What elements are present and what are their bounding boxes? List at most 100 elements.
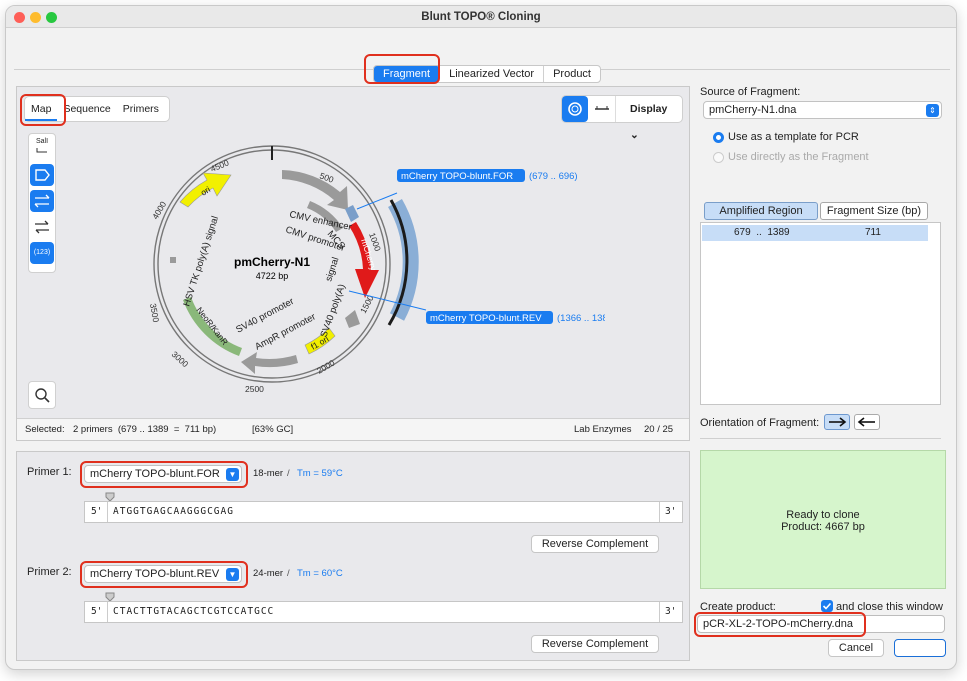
primer1-three-prime: 3': [665, 506, 677, 517]
title-bar: Blunt TOPO® Cloning: [6, 6, 956, 28]
circle-view-icon: [568, 102, 582, 116]
primer2-tm: Tm = 60°C: [297, 568, 343, 579]
primer2-five-prime: 5': [91, 606, 103, 617]
primer-for-range: (679 .. 696): [529, 171, 578, 182]
clone-button[interactable]: Clone: [894, 639, 946, 657]
view-tab-bar: Map Sequence Primers: [24, 96, 170, 122]
tick-4000: 4000: [150, 199, 168, 221]
tab-product[interactable]: Product: [544, 66, 600, 82]
cancel-button[interactable]: Cancel: [828, 639, 884, 657]
close-window-button[interactable]: [14, 12, 25, 23]
enzyme-button[interactable]: SalI: [31, 137, 53, 159]
primer1-five-prime: 5': [91, 506, 103, 517]
label-hsv-tk-polya: HSV TK poly(A) signal: [181, 215, 221, 308]
primer1-name: mCherry TOPO-blunt.FOR: [90, 468, 220, 480]
tab-fragment-size[interactable]: Fragment Size (bp): [820, 202, 928, 220]
primer2-reverse-complement-button[interactable]: Reverse Complement: [531, 635, 659, 653]
app-window: Blunt TOPO® Cloning Fragment Linearized …: [5, 5, 957, 670]
hsv-tk-polya-feature[interactable]: [170, 257, 176, 263]
region-size: 711: [865, 227, 881, 238]
radio-use-directly-label: Use directly as the Fragment: [728, 151, 869, 163]
ready-status-line2: Product: 4667 bp: [781, 521, 865, 533]
minimize-window-button[interactable]: [30, 12, 41, 23]
main-tab-bar: Fragment Linearized Vector Product: [373, 65, 601, 83]
chevron-down-icon: ▼: [226, 468, 239, 481]
primer2-length: 24-mer: [253, 568, 284, 579]
primer2-label: Primer 2:: [27, 566, 72, 578]
linear-view-button[interactable]: [588, 96, 616, 122]
checkmark-icon: [822, 602, 832, 610]
region-row-selected[interactable]: 679 .. 1389 711: [702, 225, 928, 241]
circular-view-button[interactable]: [562, 96, 588, 122]
primer2-sequence: CTACTTGTACAGCTCGTCCATGCC: [113, 606, 275, 617]
label-sv40-polya: SV40 poly(A): [318, 283, 347, 339]
orf-toggle-button[interactable]: [30, 216, 54, 238]
primers-toggle-button[interactable]: [30, 190, 54, 212]
primer1-sequence: ATGGTGAGCAAGGGCGAG: [113, 506, 234, 517]
numbers-toggle-button[interactable]: (123): [30, 242, 54, 264]
primer2-sequence-box[interactable]: 5' CTACTTGTACAGCTCGTCCATGCC 3': [84, 601, 683, 623]
arrow-right-icon: [829, 417, 847, 427]
tab-map[interactable]: Map: [25, 97, 58, 121]
swap-arrows-icon: [35, 220, 49, 234]
sv40-promoter-feature[interactable]: [241, 352, 298, 374]
sequence-divider: [659, 602, 660, 622]
tab-fragment[interactable]: Fragment: [374, 66, 441, 82]
tick-2500: 2500: [245, 384, 264, 394]
sequence-divider: [659, 502, 660, 522]
selected-value: 2 primers (679 .. 1389 = 711 bp): [73, 424, 217, 435]
orientation-label: Orientation of Fragment:: [700, 417, 820, 429]
display-toolbar: Display ⌄: [561, 95, 683, 141]
tab-primers[interactable]: Primers: [117, 97, 165, 121]
zoom-button[interactable]: [28, 381, 56, 409]
plasmid-map[interactable]: CMV enhancer CMV promoter MCS mCherry si…: [135, 142, 605, 417]
primer1-select[interactable]: mCherry TOPO-blunt.FOR ▼: [84, 465, 242, 483]
orientation-divider: [700, 438, 941, 439]
chevron-down-icon: ⌄: [630, 129, 639, 141]
lab-enzymes-button[interactable]: Lab Enzymes: [574, 419, 632, 441]
enzyme-label: SalI: [35, 138, 49, 145]
tab-amplified-region[interactable]: Amplified Region: [704, 202, 818, 220]
primer1-separator: /: [287, 468, 290, 479]
close-window-checkbox-label[interactable]: and close this window: [836, 601, 943, 613]
map-panel: Map Sequence Primers Display ⌄ SalI (123…: [16, 86, 690, 441]
ready-status-line1: Ready to clone: [786, 509, 860, 521]
primer1-sequence-box[interactable]: 5' ATGGTGAGCAAGGGCGAG 3': [84, 501, 683, 523]
orientation-forward-button[interactable]: [824, 414, 850, 430]
primer-arrows-icon: [34, 194, 50, 208]
feature-arrow-icon: [35, 169, 50, 181]
window-title: Blunt TOPO® Cloning: [421, 11, 541, 23]
label-signal: signal: [323, 256, 341, 283]
orientation-reverse-button[interactable]: [854, 414, 880, 430]
primer1-tm: Tm = 59°C: [297, 468, 343, 479]
features-toggle-button[interactable]: [30, 164, 54, 186]
radio-use-directly: [713, 152, 724, 163]
primer1-length: 18-mer: [253, 468, 284, 479]
zoom-window-button[interactable]: [46, 12, 57, 23]
radio-use-template[interactable]: [713, 132, 724, 143]
primer1-reverse-complement-button[interactable]: Reverse Complement: [531, 535, 659, 553]
tab-sequence[interactable]: Sequence: [57, 97, 116, 121]
map-toolbar: SalI (123): [28, 133, 56, 273]
primer-rev-tag-label: mCherry TOPO-blunt.REV: [430, 313, 542, 324]
close-window-checkbox[interactable]: [821, 600, 833, 612]
radio-use-template-label[interactable]: Use as a template for PCR: [728, 131, 859, 143]
sv40-polya-feature[interactable]: [345, 310, 360, 328]
tick-3500: 3500: [148, 303, 161, 324]
plasmid-size: 4722 bp: [256, 271, 289, 281]
source-file-name: pmCherry-N1.dna: [709, 104, 797, 116]
sequence-divider: [107, 502, 108, 522]
tick-4500: 4500: [209, 157, 231, 173]
map-status-bar: Selected: 2 primers (679 .. 1389 = 711 b…: [17, 418, 689, 440]
plasmid-name: pmCherry-N1: [234, 255, 310, 269]
source-file-select[interactable]: pmCherry-N1.dna ⇕: [703, 101, 942, 119]
tab-linearized-vector[interactable]: Linearized Vector: [440, 66, 545, 82]
create-product-label: Create product:: [700, 601, 776, 613]
chevron-updown-icon: ⇕: [926, 104, 939, 117]
display-menu-button[interactable]: Display ⌄: [616, 96, 682, 141]
product-filename-field[interactable]: pCR-XL-2-TOPO-mCherry.dna: [697, 615, 945, 633]
primer2-select[interactable]: mCherry TOPO-blunt.REV ▼: [84, 565, 242, 583]
lab-enzymes-count: 20 / 25: [644, 424, 674, 435]
magnifier-icon: [35, 388, 50, 403]
tick-3000: 3000: [170, 349, 191, 369]
